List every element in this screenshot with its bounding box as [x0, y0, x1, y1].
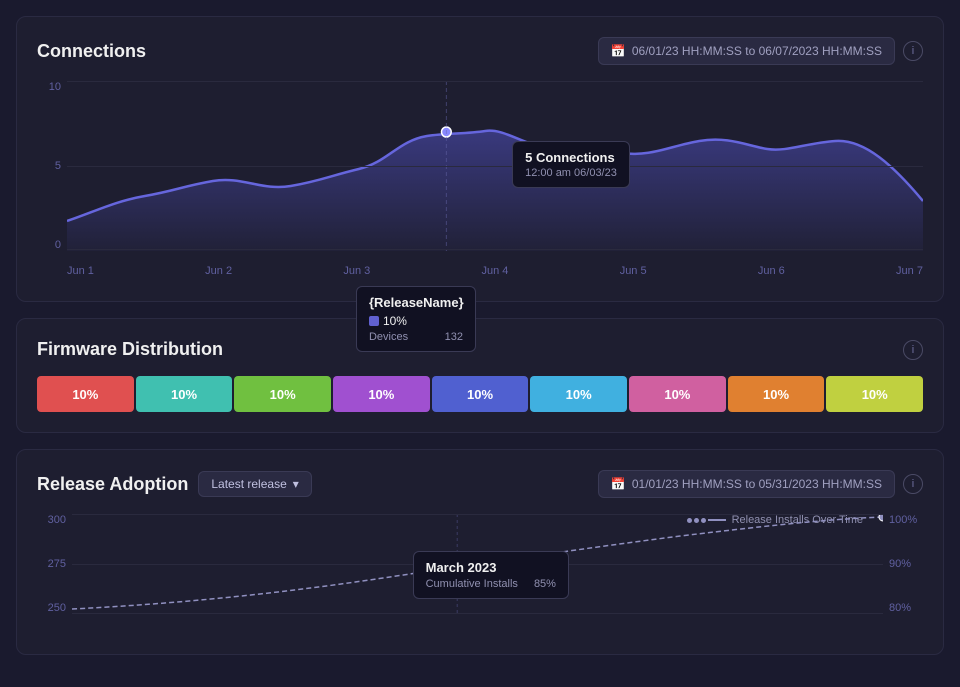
connections-date-text: 06/01/23 HH:MM:SS to 06/07/2023 HH:MM:SS: [632, 44, 882, 58]
grid-line-bot: [67, 249, 923, 250]
fw-seg-3[interactable]: 10%: [333, 376, 430, 412]
x-label-jun3: Jun 3: [343, 265, 370, 277]
fw-seg-5[interactable]: 10%: [530, 376, 627, 412]
connections-info-icon[interactable]: i: [903, 41, 923, 61]
fw-seg-6[interactable]: 10%: [629, 376, 726, 412]
connections-header: Connections 📅 06/01/23 HH:MM:SS to 06/07…: [37, 37, 923, 65]
adoption-y-left: 300 275 250: [37, 514, 72, 614]
connections-title: Connections: [37, 41, 146, 62]
firmware-header: Firmware Distribution i: [37, 339, 923, 360]
connections-date-range[interactable]: 📅 06/01/23 HH:MM:SS to 06/07/2023 HH:MM:…: [598, 37, 895, 65]
release-header-left: Release Adoption Latest release ▾: [37, 471, 312, 497]
y-left-275: 275: [48, 558, 66, 570]
y-left-300: 300: [48, 514, 66, 526]
firmware-title: Firmware Distribution: [37, 339, 223, 360]
connections-chart-area: 5 Connections 12:00 am 06/03/23: [67, 81, 923, 251]
grid-line-mid: [67, 166, 923, 167]
y-right-80: 80%: [889, 602, 911, 614]
y-right-90: 90%: [889, 558, 911, 570]
fw-seg-7[interactable]: 10%: [728, 376, 825, 412]
adoption-chart-inner: March 2023 Cumulative Installs 85%: [72, 514, 883, 614]
release-date-range[interactable]: 📅 01/01/23 HH:MM:SS to 05/31/2023 HH:MM:…: [598, 470, 895, 498]
release-adoption-title: Release Adoption: [37, 474, 188, 495]
x-label-jun4: Jun 4: [482, 265, 509, 277]
release-adoption-header: Release Adoption Latest release ▾ 📅 01/0…: [37, 470, 923, 498]
fw-tooltip-percent: 10%: [383, 314, 407, 328]
adoption-tooltip: March 2023 Cumulative Installs 85%: [413, 551, 569, 599]
fw-tooltip-swatch: [369, 316, 379, 326]
fw-tooltip-percent-row: 10%: [369, 314, 463, 328]
connections-grid: [67, 81, 923, 251]
adoption-grid-top: [72, 514, 883, 515]
calendar-icon: 📅: [611, 44, 626, 58]
fw-seg-8[interactable]: 10%: [826, 376, 923, 412]
firmware-tooltip: {ReleaseName} 10% Devices 132: [356, 286, 476, 352]
adoption-tooltip-title: March 2023: [426, 560, 556, 575]
adoption-tooltip-sub-label: Cumulative Installs: [426, 578, 518, 590]
connections-header-right: 📅 06/01/23 HH:MM:SS to 06/07/2023 HH:MM:…: [598, 37, 923, 65]
connections-y-axis: 10 5 0: [37, 81, 67, 251]
release-header-right: 📅 01/01/23 HH:MM:SS to 05/31/2023 HH:MM:…: [598, 470, 923, 498]
grid-line-top: [67, 81, 923, 82]
fw-tooltip-title: {ReleaseName}: [369, 295, 463, 310]
x-label-jun6: Jun 6: [758, 265, 785, 277]
release-adoption-card: Release Adoption Latest release ▾ 📅 01/0…: [16, 449, 944, 655]
adoption-tooltip-sub: Cumulative Installs 85%: [426, 578, 556, 590]
fw-seg-2[interactable]: 10%: [234, 376, 331, 412]
firmware-card: Firmware Distribution i {ReleaseName} 10…: [16, 318, 944, 433]
y-label-5: 5: [55, 160, 61, 172]
x-label-jun2: Jun 2: [205, 265, 232, 277]
release-dropdown-label: Latest release: [211, 477, 286, 491]
fw-tooltip-devices: Devices 132: [369, 331, 463, 343]
release-date-text: 01/01/23 HH:MM:SS to 05/31/2023 HH:MM:SS: [632, 477, 882, 491]
calendar-icon-release: 📅: [611, 477, 626, 491]
adoption-grid-bot: [72, 613, 883, 614]
firmware-bar: 10% 10% 10% 10% 10% 10% 10% 10% 10%: [37, 376, 923, 412]
x-label-jun1: Jun 1: [67, 265, 94, 277]
connections-card: Connections 📅 06/01/23 HH:MM:SS to 06/07…: [16, 16, 944, 302]
fw-seg-0[interactable]: 10%: [37, 376, 134, 412]
adoption-chart: Release Installs Over Time 300 275 250 1…: [37, 514, 923, 634]
y-right-100: 100%: [889, 514, 917, 526]
x-label-jun5: Jun 5: [620, 265, 647, 277]
connections-chart: 10 5 0: [37, 81, 923, 281]
fw-tooltip-devices-label: Devices: [369, 331, 408, 343]
fw-tooltip-devices-count: 132: [445, 331, 463, 343]
release-info-icon[interactable]: i: [903, 474, 923, 494]
y-label-0: 0: [55, 239, 61, 251]
firmware-bar-container: {ReleaseName} 10% Devices 132 10% 10% 10…: [37, 376, 923, 412]
x-label-jun7: Jun 7: [896, 265, 923, 277]
y-left-250: 250: [48, 602, 66, 614]
fw-seg-4[interactable]: 10%: [432, 376, 529, 412]
fw-seg-1[interactable]: 10%: [136, 376, 233, 412]
adoption-y-right: 100% 90% 80%: [883, 514, 923, 614]
y-label-10: 10: [49, 81, 61, 93]
connections-x-axis: Jun 1 Jun 2 Jun 3 Jun 4 Jun 5 Jun 6 Jun …: [67, 261, 923, 281]
firmware-info-icon[interactable]: i: [903, 340, 923, 360]
release-dropdown[interactable]: Latest release ▾: [198, 471, 311, 497]
chevron-down-icon: ▾: [293, 477, 299, 491]
adoption-tooltip-sub-value: 85%: [534, 578, 556, 590]
